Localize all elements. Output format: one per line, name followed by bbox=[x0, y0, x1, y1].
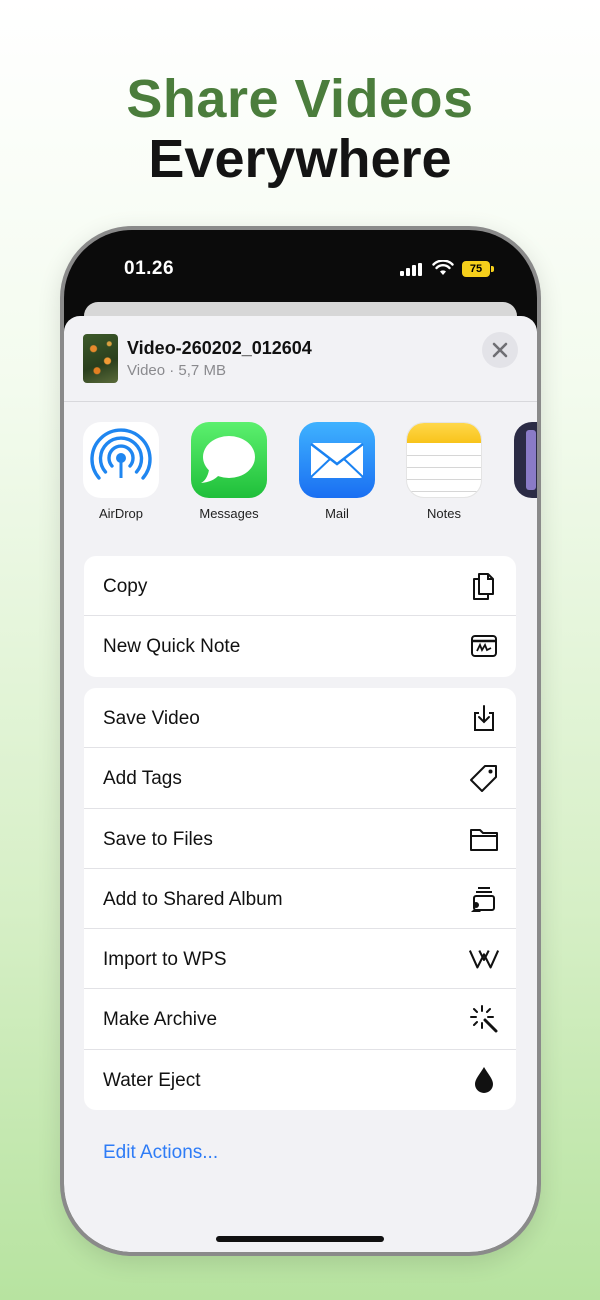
app-partial[interactable]: J bbox=[513, 422, 537, 521]
phone-frame: 01.26 75 Video-260202_012604 Video · 5,7… bbox=[60, 226, 541, 1256]
action-import-to-wps[interactable]: Import to WPS bbox=[84, 929, 516, 990]
tag-icon bbox=[468, 762, 500, 794]
action-label: Make Archive bbox=[103, 1009, 218, 1031]
action-water-eject[interactable]: Water Eject bbox=[84, 1050, 516, 1110]
action-group-1: Copy New Quick Note bbox=[84, 556, 516, 677]
headline-line-1: Share Videos bbox=[126, 69, 474, 129]
quick-note-icon bbox=[468, 630, 500, 662]
messages-icon bbox=[191, 422, 267, 498]
action-label: Copy bbox=[103, 576, 148, 597]
app-row: AirDrop Messages Mail Notes bbox=[64, 422, 537, 522]
share-sheet: Video-260202_012604 Video · 5,7 MB AirDr… bbox=[64, 316, 537, 1252]
app-mail[interactable]: Mail bbox=[298, 422, 376, 521]
file-meta: Video · 5,7 MB bbox=[127, 362, 226, 379]
edit-actions-link[interactable]: Edit Actions... bbox=[103, 1142, 218, 1164]
action-make-archive[interactable]: Make Archive bbox=[84, 989, 516, 1050]
app-airdrop[interactable]: AirDrop bbox=[82, 422, 160, 521]
headline-line-2: Everywhere bbox=[148, 129, 452, 189]
battery-tip bbox=[491, 266, 494, 272]
water-drop-icon bbox=[468, 1064, 500, 1096]
action-group-2: Save Video Add Tags Save to Files Add to… bbox=[84, 688, 516, 1111]
action-label: Add to Shared Album bbox=[103, 888, 283, 910]
action-copy[interactable]: Copy bbox=[84, 556, 516, 617]
action-save-to-files[interactable]: Save to Files bbox=[84, 809, 516, 869]
action-label: Save Video bbox=[103, 708, 200, 729]
partial-app-icon bbox=[514, 422, 537, 498]
shared-album-icon bbox=[468, 883, 500, 915]
wifi-icon bbox=[432, 260, 454, 275]
app-label-mail: Mail bbox=[325, 506, 349, 521]
action-save-video[interactable]: Save Video bbox=[84, 688, 516, 749]
app-label-airdrop: AirDrop bbox=[98, 506, 144, 521]
status-time: 01.26 bbox=[124, 258, 175, 279]
phone-screen: 01.26 75 Video-260202_012604 Video · 5,7… bbox=[64, 230, 537, 1252]
close-icon bbox=[492, 342, 508, 358]
close-button[interactable] bbox=[482, 332, 518, 368]
folder-icon bbox=[468, 823, 500, 855]
app-messages[interactable]: Messages bbox=[190, 422, 268, 521]
battery-indicator: 75 bbox=[462, 261, 490, 277]
video-thumbnail bbox=[83, 334, 118, 383]
wps-icon bbox=[468, 943, 500, 975]
file-name: Video-260202_012604 bbox=[127, 338, 312, 358]
copy-icon bbox=[468, 570, 500, 602]
home-indicator[interactable] bbox=[216, 1236, 384, 1242]
action-label: Water Eject bbox=[103, 1069, 201, 1091]
magic-wand-icon bbox=[468, 1003, 500, 1035]
app-label-messages: Messages bbox=[199, 506, 259, 521]
headline: Share Videos Everywhere bbox=[0, 70, 600, 190]
action-add-to-shared-album[interactable]: Add to Shared Album bbox=[84, 869, 516, 930]
action-label: Add Tags bbox=[103, 768, 182, 790]
action-label: Save to Files bbox=[103, 828, 213, 850]
action-add-tags[interactable]: Add Tags bbox=[84, 748, 516, 809]
mail-icon bbox=[299, 422, 375, 498]
airdrop-icon bbox=[83, 422, 159, 498]
cellular-signal-icon bbox=[400, 263, 422, 276]
app-notes[interactable]: Notes bbox=[405, 422, 483, 521]
share-sheet-header: Video-260202_012604 Video · 5,7 MB bbox=[64, 316, 537, 402]
action-new-quick-note[interactable]: New Quick Note bbox=[84, 616, 516, 676]
action-label: Import to WPS bbox=[103, 949, 227, 971]
app-label-notes: Notes bbox=[427, 506, 461, 521]
notes-icon bbox=[406, 422, 482, 498]
save-download-icon bbox=[468, 702, 500, 734]
status-bar: 01.26 75 bbox=[64, 258, 537, 282]
app-label-partial: J bbox=[513, 506, 537, 521]
action-label: New Quick Note bbox=[103, 636, 241, 658]
